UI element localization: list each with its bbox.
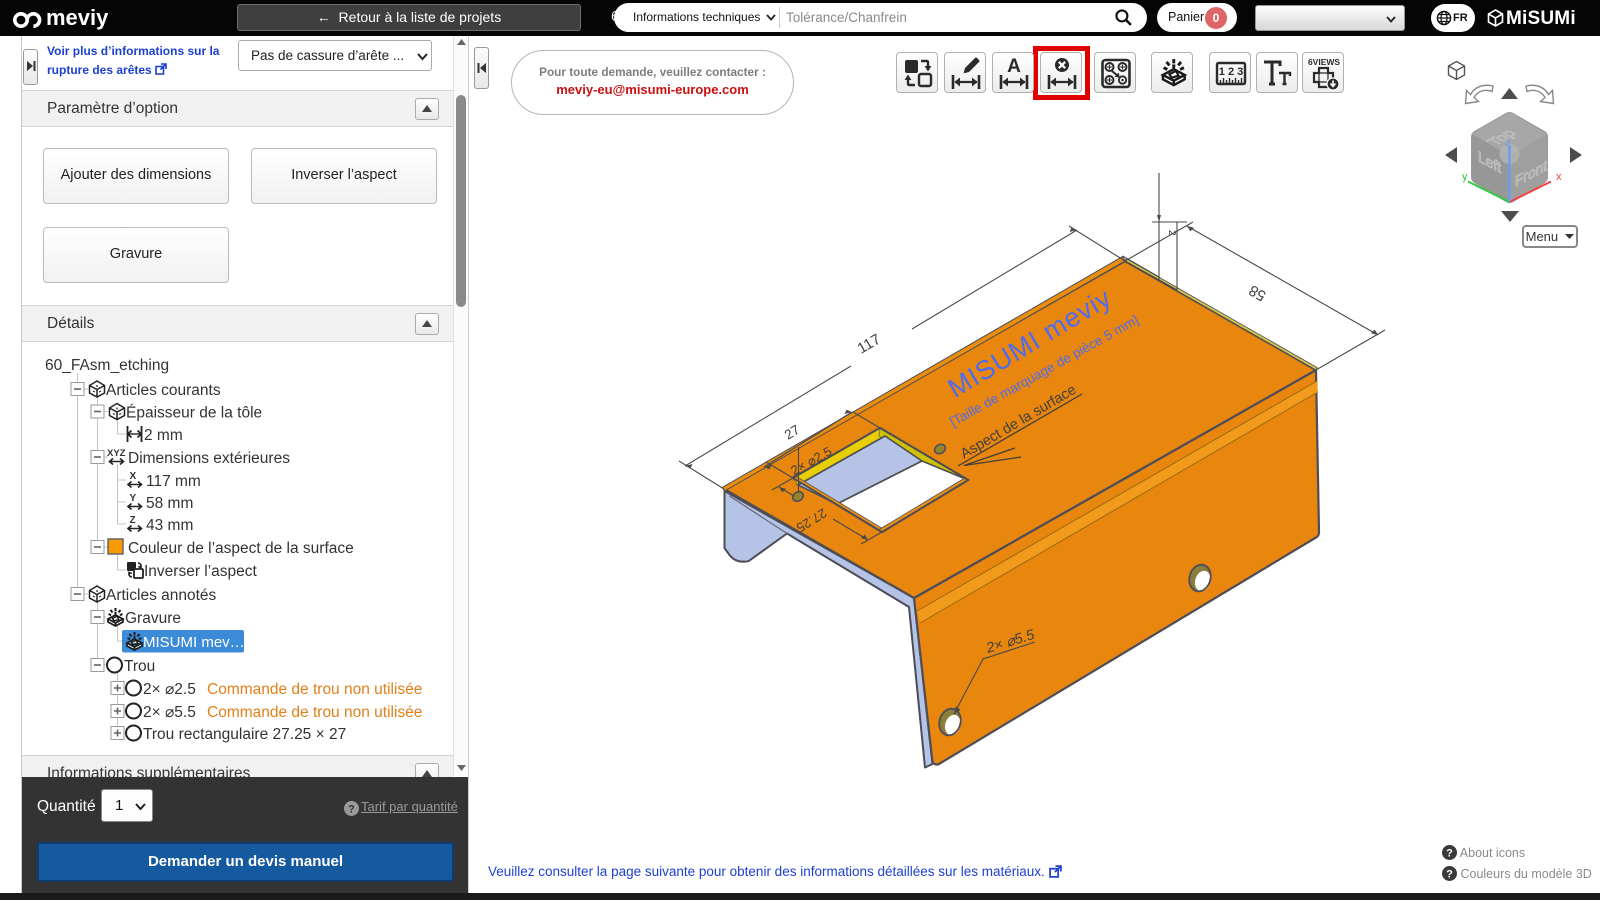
svg-text:z: z: [1506, 137, 1512, 149]
svg-text:2× ⌀2.5: 2× ⌀2.5: [143, 681, 196, 698]
svg-text:117: 117: [855, 331, 884, 358]
svg-text:Commande de trou non utilisée: Commande de trou non utilisée: [207, 704, 422, 721]
svg-text:X: X: [130, 471, 137, 482]
svg-text:60_FAsm_etching: 60_FAsm_etching: [45, 357, 169, 374]
svg-text:Dimensions extérieures: Dimensions extérieures: [128, 450, 290, 467]
svg-text:Y: Y: [130, 493, 137, 504]
svg-text:?: ?: [1446, 869, 1453, 881]
svg-text:XYZ: XYZ: [107, 448, 126, 459]
svg-text:58 mm: 58 mm: [146, 495, 193, 512]
svg-text:2× ⌀5.5: 2× ⌀5.5: [143, 704, 196, 721]
svg-text:Gravure: Gravure: [125, 610, 181, 627]
svg-text:y: y: [1462, 171, 1468, 183]
svg-text:2 mm: 2 mm: [144, 427, 183, 444]
svg-text:Inverser l’aspect: Inverser l’aspect: [144, 563, 258, 580]
svg-text:2: 2: [1166, 230, 1177, 236]
svg-text:Trou: Trou: [124, 658, 155, 675]
svg-text:Articles annotés: Articles annotés: [106, 587, 217, 604]
svg-text:Trou rectangulaire 27.25 × 27: Trou rectangulaire 27.25 × 27: [143, 726, 346, 743]
svg-text:x: x: [1556, 171, 1562, 183]
svg-text:27: 27: [782, 422, 803, 443]
svg-text:43 mm: 43 mm: [146, 517, 193, 534]
svg-text:?: ?: [1446, 848, 1453, 860]
svg-text:58: 58: [1246, 281, 1269, 304]
svg-text:Z: Z: [130, 515, 136, 526]
svg-text:117 mm: 117 mm: [146, 473, 201, 490]
svg-text:Épaisseur de la tôle: Épaisseur de la tôle: [126, 405, 262, 422]
svg-text:?: ?: [348, 804, 355, 816]
svg-text:Couleur de l’aspect de la surf: Couleur de l’aspect de la surface: [128, 540, 354, 557]
svg-text:Articles courants: Articles courants: [106, 382, 221, 399]
svg-text:MISUMI mev…: MISUMI mev…: [143, 634, 245, 651]
svg-text:Commande de trou non utilisée: Commande de trou non utilisée: [207, 681, 422, 698]
